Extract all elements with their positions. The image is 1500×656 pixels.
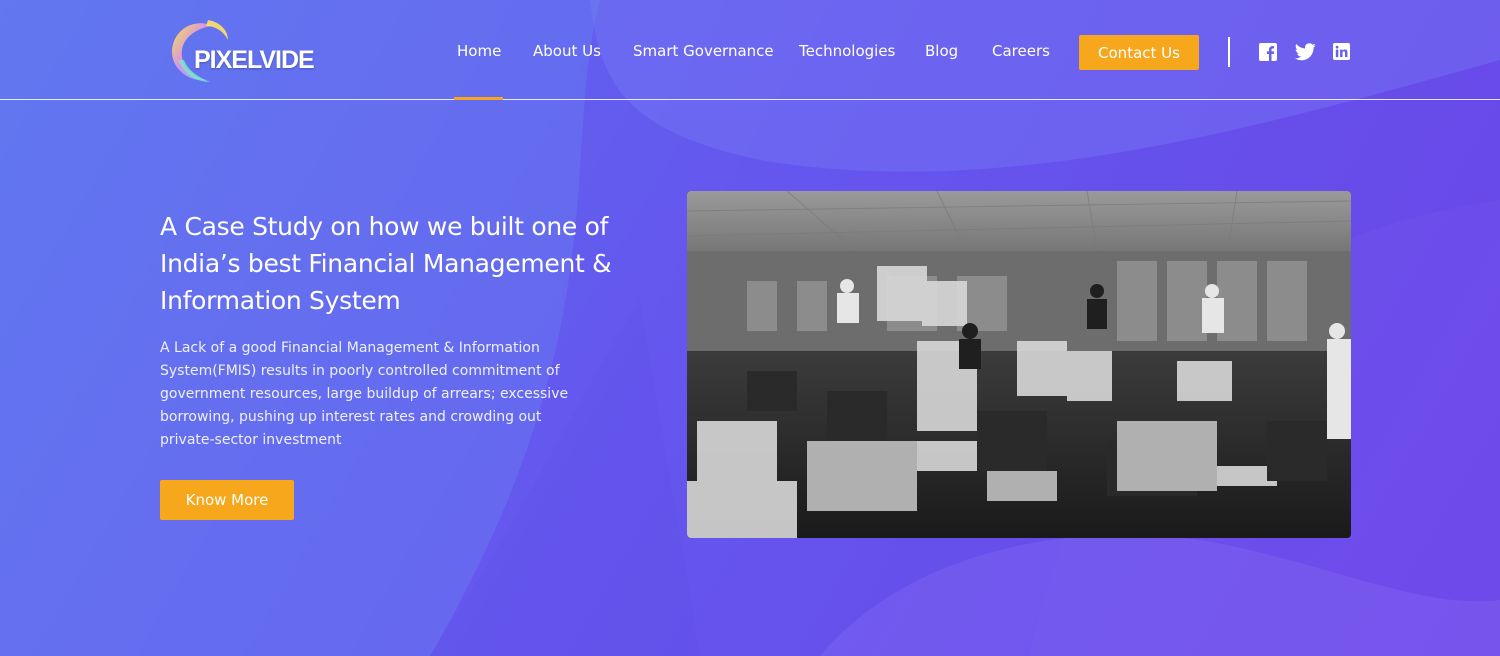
twitter-icon[interactable]	[1295, 43, 1316, 61]
linkedin-icon[interactable]	[1333, 43, 1350, 60]
know-more-button[interactable]: Know More	[160, 480, 294, 520]
pixelvide-logo[interactable]: PIXELVIDE	[166, 16, 315, 86]
active-nav-indicator	[454, 97, 503, 100]
hero-description: A Lack of a good Financial Management & …	[160, 340, 569, 448]
facebook-icon[interactable]	[1259, 43, 1277, 61]
header-divider	[1228, 37, 1230, 67]
logo-text: PIXELVIDE	[194, 46, 315, 74]
nav-item-careers[interactable]: Careers	[992, 42, 1050, 60]
nav-item-home[interactable]: Home	[457, 42, 501, 60]
hero-title: A Case Study on how we built one of Indi…	[160, 212, 612, 315]
nav-item-about-us[interactable]: About Us	[533, 42, 601, 60]
nav-item-technologies[interactable]: Technologies	[799, 42, 895, 60]
nav-item-blog[interactable]: Blog	[925, 42, 958, 60]
office-photo	[687, 191, 1351, 538]
site-header: PIXELVIDE Home About Us Smart Governance…	[0, 0, 1500, 100]
contact-us-button[interactable]: Contact Us	[1079, 35, 1199, 70]
nav-item-smart-governance[interactable]: Smart Governance	[633, 42, 774, 60]
